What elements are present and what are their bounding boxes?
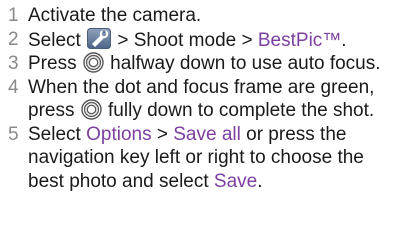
step-number: 1	[8, 5, 19, 26]
instruction-list: 1 Activate the camera. 2 Select > Shoot …	[0, 4, 398, 193]
step-2: 2 Select > Shoot mode > BestPic™.	[0, 27, 398, 53]
step-text: fully down to complete the shot.	[108, 100, 375, 121]
step-text: halfway down to use auto focus.	[110, 53, 381, 74]
options-link[interactable]: Options	[86, 124, 151, 145]
bestpic-link[interactable]: BestPic™	[258, 30, 341, 51]
camera-settings-icon	[87, 27, 112, 49]
step-1: 1 Activate the camera.	[0, 4, 398, 28]
step-text: .	[257, 170, 263, 192]
step-5: 5 Select Options > Save all or press the…	[0, 123, 398, 194]
step-text: Press	[28, 53, 77, 74]
step-text: >	[151, 123, 174, 145]
step-text: .	[341, 29, 347, 51]
step-text: Select	[28, 29, 81, 51]
save-link[interactable]: Save	[214, 171, 257, 192]
step-text: > Shoot mode >	[117, 29, 258, 51]
step-text: Select	[28, 123, 87, 145]
step-number: 5	[8, 123, 19, 145]
shutter-key-icon	[81, 99, 102, 120]
step-number: 3	[8, 53, 19, 74]
step-4: 4 When the dot and focus frame are green…	[0, 76, 398, 123]
shutter-key-icon	[83, 52, 104, 73]
step-number: 4	[8, 76, 19, 98]
step-3: 3 Press halfway down to use auto focus.	[0, 52, 398, 76]
save-all-link[interactable]: Save all	[173, 124, 241, 145]
step-text: Activate the camera.	[28, 5, 202, 26]
step-number: 2	[8, 28, 19, 50]
